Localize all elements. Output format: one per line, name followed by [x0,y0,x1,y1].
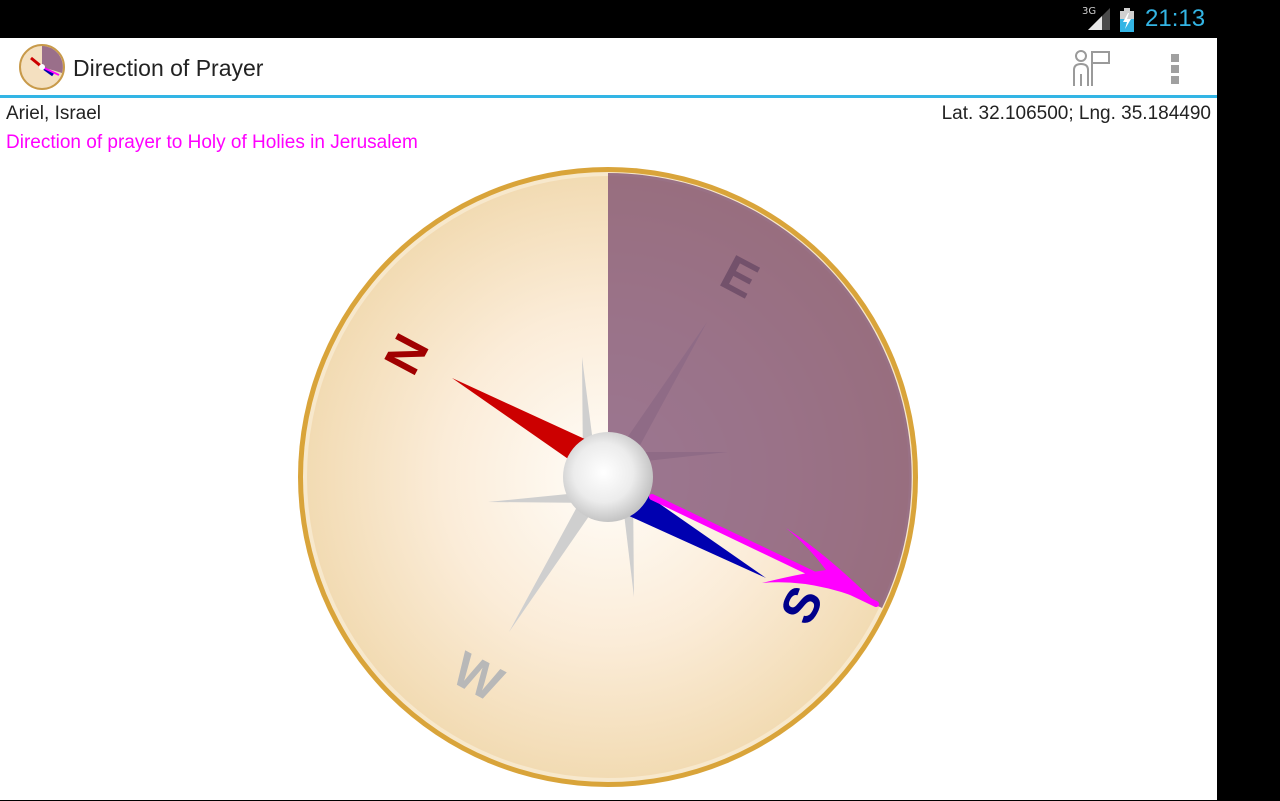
signal-icon [1088,8,1110,30]
compass-hub [563,432,653,522]
status-bar: 3G 21:13 [0,0,1280,38]
action-bar: Direction of Prayer [0,38,1217,98]
battery-charging-icon [1120,8,1134,32]
overflow-menu-icon[interactable] [1160,50,1190,86]
location-coordinates: Lat. 32.106500; Lng. 35.184490 [941,103,1211,124]
person-flag-icon[interactable] [1068,48,1114,88]
system-bar [1217,38,1280,800]
app-title: Direction of Prayer [73,55,264,81]
status-clock: 21:13 [1145,5,1206,32]
compass-dial: N E S W [298,167,918,787]
prayer-direction-label: Direction of prayer to Holy of Holies in… [6,132,418,153]
compass-app-icon[interactable] [19,44,65,90]
app-window: Direction of Prayer Ariel, Israel Lat. 3… [0,38,1217,800]
location-name: Ariel, Israel [6,103,102,124]
